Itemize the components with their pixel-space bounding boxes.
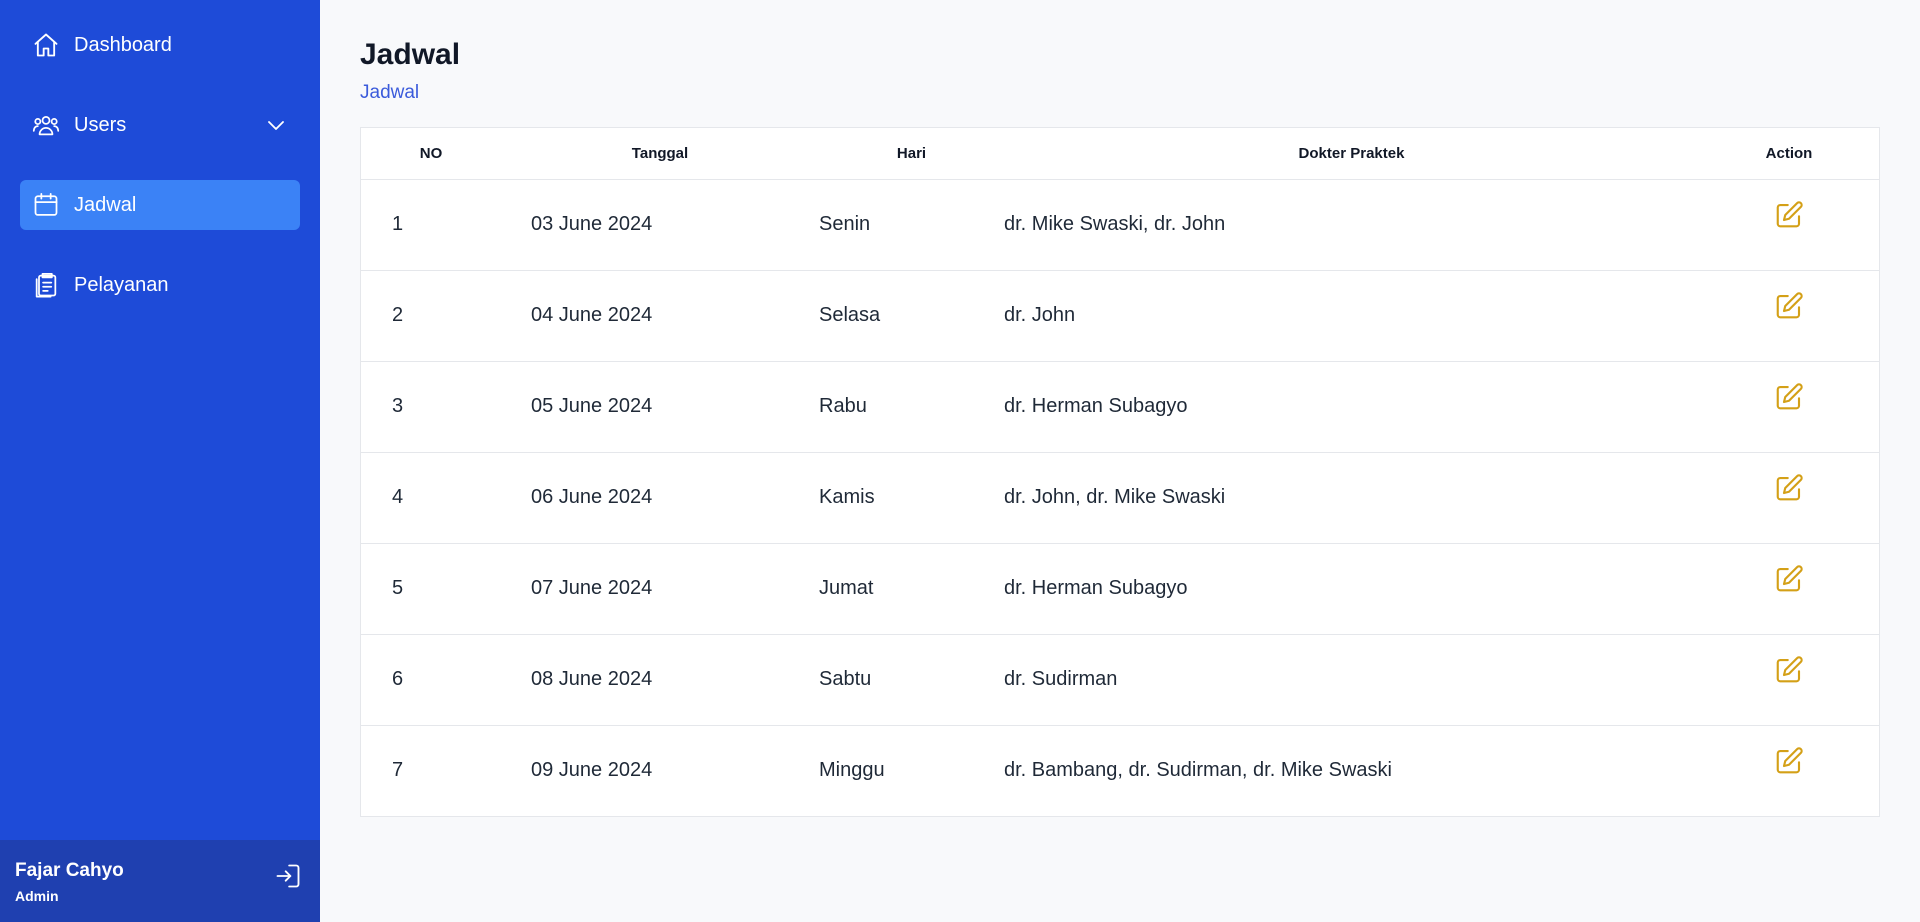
cell-no: 2 <box>361 270 501 362</box>
logout-icon[interactable] <box>274 862 302 890</box>
cell-dokter: dr. John <box>1004 270 1699 362</box>
cell-hari: Kamis <box>819 452 1004 544</box>
user-role: Admin <box>15 888 59 904</box>
sidebar-item-label: Jadwal <box>74 193 137 216</box>
header-tanggal: Tanggal <box>501 128 819 180</box>
cell-dokter: dr. Bambang, dr. Sudirman, dr. Mike Swas… <box>1004 759 1392 782</box>
table-row: 7 09 June 2024 Minggu dr. Bambang, dr. Sudi… <box>361 725 1879 816</box>
cell-action <box>1699 543 1879 635</box>
cell-hari: Minggu <box>819 759 885 782</box>
cell-action <box>1699 725 1879 816</box>
cell-no: 4 <box>361 452 501 544</box>
edit-icon[interactable] <box>1774 655 1804 685</box>
cell-action <box>1699 452 1879 544</box>
cell-action <box>1699 270 1879 362</box>
table-row: 5 07 June 2024 Jumat dr. Herman Subagyo <box>361 543 1879 635</box>
table-row: 6 08 June 2024 Sabtu dr. Sudirman <box>361 634 1879 726</box>
header-action: Action <box>1699 128 1879 180</box>
edit-icon[interactable] <box>1774 200 1804 230</box>
edit-icon[interactable] <box>1774 382 1804 412</box>
user-panel: Fajar Cahyo Admin <box>0 840 320 922</box>
cell-tanggal: 07 June 2024 <box>501 543 819 635</box>
sidebar-item-jadwal[interactable]: Jadwal <box>20 180 300 230</box>
cell-no: 5 <box>361 543 501 635</box>
cell-dokter: dr. Herman Subagyo <box>1004 361 1699 453</box>
cell-dokter: dr. Sudirman <box>1004 634 1699 726</box>
cell-hari: Senin <box>819 179 1004 271</box>
home-icon <box>32 31 60 59</box>
cell-hari: Rabu <box>819 361 1004 453</box>
sidebar-nav: Dashboard Users Jadwal Pelayanan <box>0 0 320 310</box>
edit-icon[interactable] <box>1774 473 1804 503</box>
cell-action <box>1699 179 1879 271</box>
cell-no: 1 <box>361 179 501 271</box>
main-content: Jadwal Jadwal NO Tanggal Hari Dokter Pra… <box>360 0 1880 817</box>
cell-hari: Jumat <box>819 543 1004 635</box>
cell-action <box>1699 361 1879 453</box>
edit-icon[interactable] <box>1774 564 1804 594</box>
header-no: NO <box>361 128 501 180</box>
cell-dokter: dr. John, dr. Mike Swaski <box>1004 452 1699 544</box>
cell-no: 7 <box>392 759 404 782</box>
sidebar-item-dashboard[interactable]: Dashboard <box>20 20 300 70</box>
calendar-icon <box>32 191 60 219</box>
sidebar-item-pelayanan[interactable]: Pelayanan <box>20 260 300 310</box>
chevron-down-icon[interactable] <box>264 113 288 137</box>
cell-action <box>1699 634 1879 726</box>
header-dokter: Dokter Praktek <box>1004 128 1699 180</box>
cell-hari: Sabtu <box>819 634 1004 726</box>
cell-dokter: dr. Mike Swaski, dr. John <box>1004 179 1699 271</box>
cell-tanggal: 05 June 2024 <box>501 361 819 453</box>
cell-dokter: dr. Herman Subagyo <box>1004 543 1699 635</box>
page-title: Jadwal <box>360 38 461 71</box>
sidebar-item-users[interactable]: Users <box>20 100 300 150</box>
edit-icon[interactable] <box>1774 291 1804 321</box>
breadcrumb[interactable]: Jadwal <box>360 82 1880 104</box>
schedule-table-card: NO Tanggal Hari Dokter Praktek Action 10… <box>360 127 1880 817</box>
sidebar: Dashboard Users Jadwal Pelayanan Fajar C… <box>0 0 320 922</box>
cell-no: 3 <box>361 361 501 453</box>
edit-icon[interactable] <box>1774 746 1804 776</box>
cell-tanggal: 09 June 2024 <box>531 759 653 782</box>
table-body: 1 03 June 2024 Senin dr. Mike Swaski, dr. J… <box>361 179 1879 816</box>
cell-tanggal: 03 June 2024 <box>501 179 819 271</box>
cell-tanggal: 04 June 2024 <box>501 270 819 362</box>
table-row: 3 05 June 2024 Rabu dr. Herman Subagyo <box>361 361 1879 453</box>
cell-no: 6 <box>361 634 501 726</box>
table-header-row: NO Tanggal Hari Dokter Praktek Action <box>361 128 1879 180</box>
cell-hari: Selasa <box>819 270 1004 362</box>
clipboard-icon <box>32 271 60 299</box>
users-icon <box>32 111 60 139</box>
user-name: Fajar Cahyo <box>15 860 124 881</box>
sidebar-item-label: Dashboard <box>74 33 172 56</box>
cell-tanggal: 08 June 2024 <box>501 634 819 726</box>
table-row: 4 06 June 2024 Kamis dr. John, dr. Mike Swa… <box>361 452 1879 544</box>
header-hari: Hari <box>819 128 1004 180</box>
table-row: 2 04 June 2024 Selasa dr. John <box>361 270 1879 362</box>
sidebar-item-label: Users <box>74 113 127 136</box>
schedule-table: NO Tanggal Hari Dokter Praktek Action 10… <box>361 128 1879 816</box>
table-row: 1 03 June 2024 Senin dr. Mike Swaski, dr. J… <box>361 179 1879 271</box>
sidebar-item-label: Pelayanan <box>74 273 169 296</box>
cell-tanggal: 06 June 2024 <box>501 452 819 544</box>
